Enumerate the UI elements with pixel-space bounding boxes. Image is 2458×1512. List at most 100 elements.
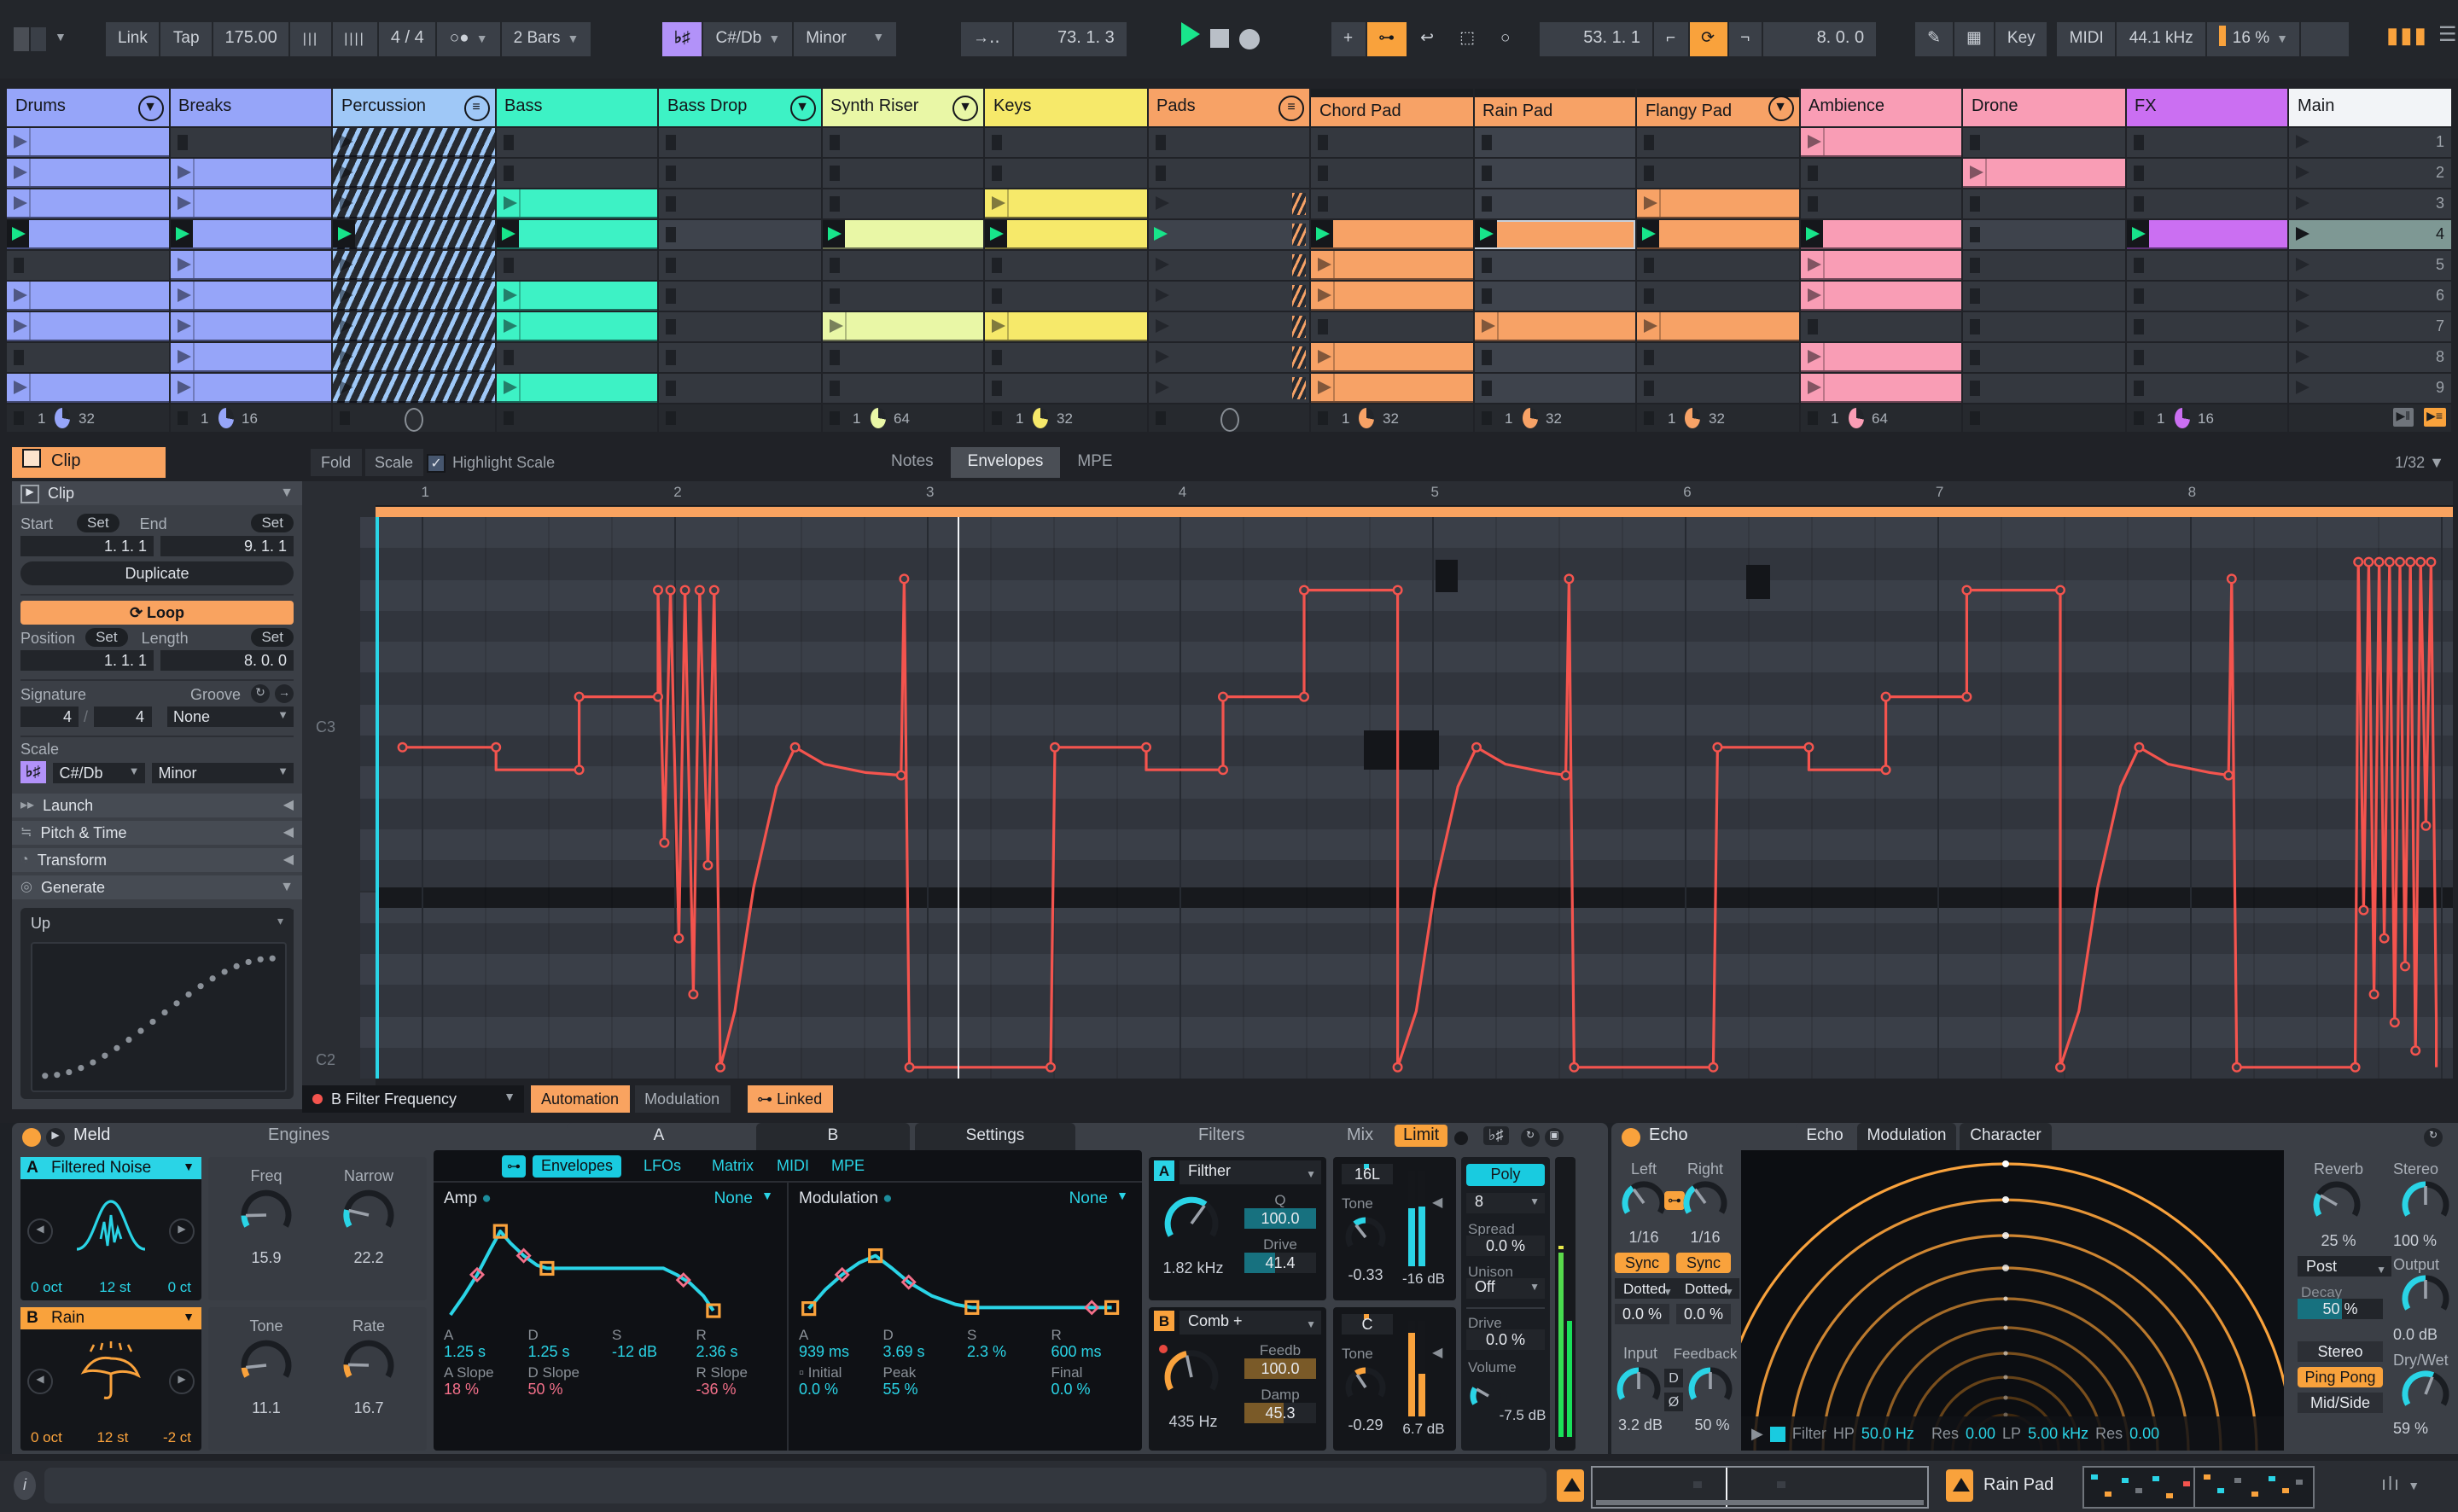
clip-slot[interactable] xyxy=(1963,189,2124,218)
subtab-lfos[interactable]: LFOs xyxy=(635,1155,690,1178)
env-param[interactable]: A Slope 18 % xyxy=(444,1364,528,1398)
clip-slot[interactable] xyxy=(1963,312,2124,341)
clip-slot[interactable] xyxy=(170,220,331,249)
clip-slot[interactable] xyxy=(496,251,657,280)
filter-b-freq-knob[interactable] xyxy=(1162,1348,1220,1411)
scale-icon[interactable]: ♭♯ xyxy=(20,761,46,783)
clip-slot[interactable] xyxy=(1148,159,1309,188)
unison-selector[interactable]: Off ▼ xyxy=(1466,1278,1545,1299)
clip-slot[interactable] xyxy=(985,343,1146,372)
env-param[interactable]: R 2.36 s xyxy=(696,1326,781,1360)
clip-slot[interactable] xyxy=(822,282,983,311)
clip-slot[interactable] xyxy=(1311,374,1472,403)
clip-slot[interactable] xyxy=(7,220,168,249)
clip-slot[interactable] xyxy=(985,189,1146,218)
env-param[interactable]: R 600 ms xyxy=(1051,1326,1136,1360)
clip-slot[interactable] xyxy=(170,189,331,218)
loop-length-field[interactable]: 8. 0. 0 xyxy=(1763,22,1877,56)
clip-slot[interactable] xyxy=(2126,189,2287,218)
clip-slot[interactable] xyxy=(7,159,168,188)
echo-right-time-knob[interactable] xyxy=(1681,1179,1729,1232)
beat-time-ruler[interactable]: 1 2 3 4 5 6 7 8 xyxy=(376,481,2453,507)
tempo-field[interactable]: 175.00 xyxy=(213,22,289,56)
track-status[interactable]: 1 32 xyxy=(7,404,168,432)
reverb-position-selector[interactable]: Post ▼ xyxy=(2298,1256,2391,1276)
track-header-chord-pad[interactable]: Chord Pad xyxy=(1311,89,1472,126)
amp-envelope-graph[interactable] xyxy=(444,1213,777,1319)
subtab-midi[interactable]: MIDI xyxy=(768,1155,818,1178)
tab-envelopes[interactable]: Envelopes xyxy=(950,447,1061,478)
engine-b-semitones[interactable]: 12 st xyxy=(96,1428,128,1445)
clip-slot[interactable] xyxy=(659,220,820,249)
clip-slot[interactable] xyxy=(1637,343,1798,372)
window-controls[interactable]: ▼ xyxy=(14,22,67,56)
clip-slot[interactable] xyxy=(496,159,657,188)
tab-notes[interactable]: Notes xyxy=(874,447,951,478)
clip-slot[interactable] xyxy=(1311,189,1472,218)
clip-end-field[interactable]: 9. 1. 1 xyxy=(160,536,294,556)
menu-icon[interactable]: ☰ xyxy=(2438,22,2457,56)
reverb-knob[interactable] xyxy=(2311,1179,2362,1236)
clip-slot[interactable] xyxy=(659,251,820,280)
mix-b-level-handle[interactable]: ◀ xyxy=(1432,1345,1442,1360)
echo-filter-expand-icon[interactable]: ▶ xyxy=(1751,1424,1763,1443)
chevron-left-icon[interactable]: ◀ xyxy=(283,794,294,817)
scale-awareness-icon[interactable]: ♭♯ xyxy=(1483,1126,1509,1145)
clip-slot[interactable] xyxy=(7,251,168,280)
fold-button[interactable]: Fold xyxy=(311,449,362,476)
track-header-bass[interactable]: Bass xyxy=(496,89,657,126)
clip-slot[interactable] xyxy=(1637,128,1798,157)
echo-on-toggle[interactable] xyxy=(1622,1128,1640,1147)
groove-selector[interactable]: None ▼ xyxy=(166,707,294,727)
clip-slot[interactable] xyxy=(1800,282,1961,311)
clip-start-field[interactable]: 1. 1. 1 xyxy=(20,536,154,556)
track-status[interactable] xyxy=(333,404,494,432)
loop-button[interactable]: ⟳ xyxy=(1689,22,1727,56)
clip-slot[interactable] xyxy=(1474,189,1635,218)
signature-numerator-field[interactable]: 4 xyxy=(20,707,79,727)
clip-slot[interactable] xyxy=(1474,374,1635,403)
overview-scrollbar[interactable] xyxy=(1596,1500,1924,1505)
clip-slot[interactable] xyxy=(170,128,331,157)
stop-clips-icon[interactable]: ▶‖ xyxy=(2392,408,2414,427)
clip-slot[interactable] xyxy=(985,159,1146,188)
clip-slot[interactable] xyxy=(1148,312,1309,341)
clip-slot[interactable] xyxy=(1637,251,1798,280)
voices-selector[interactable]: 8 ▼ xyxy=(1466,1193,1545,1213)
clip-slot[interactable] xyxy=(1148,128,1309,157)
duplicate-button[interactable]: Duplicate xyxy=(20,561,294,585)
automation-editor[interactable] xyxy=(376,517,2453,1079)
clip-slot[interactable] xyxy=(333,312,494,341)
scene-slot-8[interactable]: 8 xyxy=(2289,343,2451,372)
loop-toggle[interactable]: ⟳ Loop xyxy=(20,601,294,625)
clip-slot[interactable] xyxy=(2126,159,2287,188)
track-status[interactable] xyxy=(1148,404,1309,432)
engine-b-oct[interactable]: 0 oct xyxy=(31,1428,62,1445)
clip-slot[interactable] xyxy=(659,312,820,341)
record-button[interactable] xyxy=(1239,29,1260,49)
mix-b-pan-field[interactable]: C xyxy=(1342,1314,1393,1335)
echo-filter-enable-checkbox[interactable] xyxy=(1769,1426,1785,1441)
track-header-synth-riser[interactable]: Synth Riser ▼ xyxy=(822,89,983,126)
clip-slot[interactable] xyxy=(333,220,494,249)
link-button[interactable]: Link xyxy=(106,22,160,56)
clip-slot[interactable] xyxy=(1148,220,1309,249)
time-signature-field[interactable]: 4 / 4 xyxy=(378,22,436,56)
signature-denominator-field[interactable]: 4 xyxy=(93,707,152,727)
section-generate[interactable]: ◎ Generate ▼ xyxy=(12,875,302,899)
tone-knob[interactable] xyxy=(239,1338,294,1398)
back-to-arrangement-icon[interactable]: ↩ xyxy=(1408,22,1446,56)
nudge-down-button[interactable]: ||| xyxy=(290,22,331,56)
midi-overdub-button[interactable]: ⊶ xyxy=(1366,22,1407,56)
section-transform[interactable]: ◔ Transform ◀ xyxy=(12,848,302,872)
env-param[interactable]: ▫ Initial 0.0 % xyxy=(799,1364,883,1398)
env-param[interactable]: D 1.25 s xyxy=(528,1326,613,1360)
engine-b-next-icon[interactable]: ▶ xyxy=(169,1369,195,1394)
clip-slot[interactable] xyxy=(659,282,820,311)
clip-slot[interactable] xyxy=(985,251,1146,280)
groove-commit-icon[interactable]: → xyxy=(275,684,294,703)
key-root-menu[interactable]: C#/Db ▼ xyxy=(703,22,793,56)
follow-button[interactable]: →‥ xyxy=(961,22,1012,56)
scene-slot-3[interactable]: 3 xyxy=(2289,189,2451,218)
clip-slot[interactable] xyxy=(1800,251,1961,280)
